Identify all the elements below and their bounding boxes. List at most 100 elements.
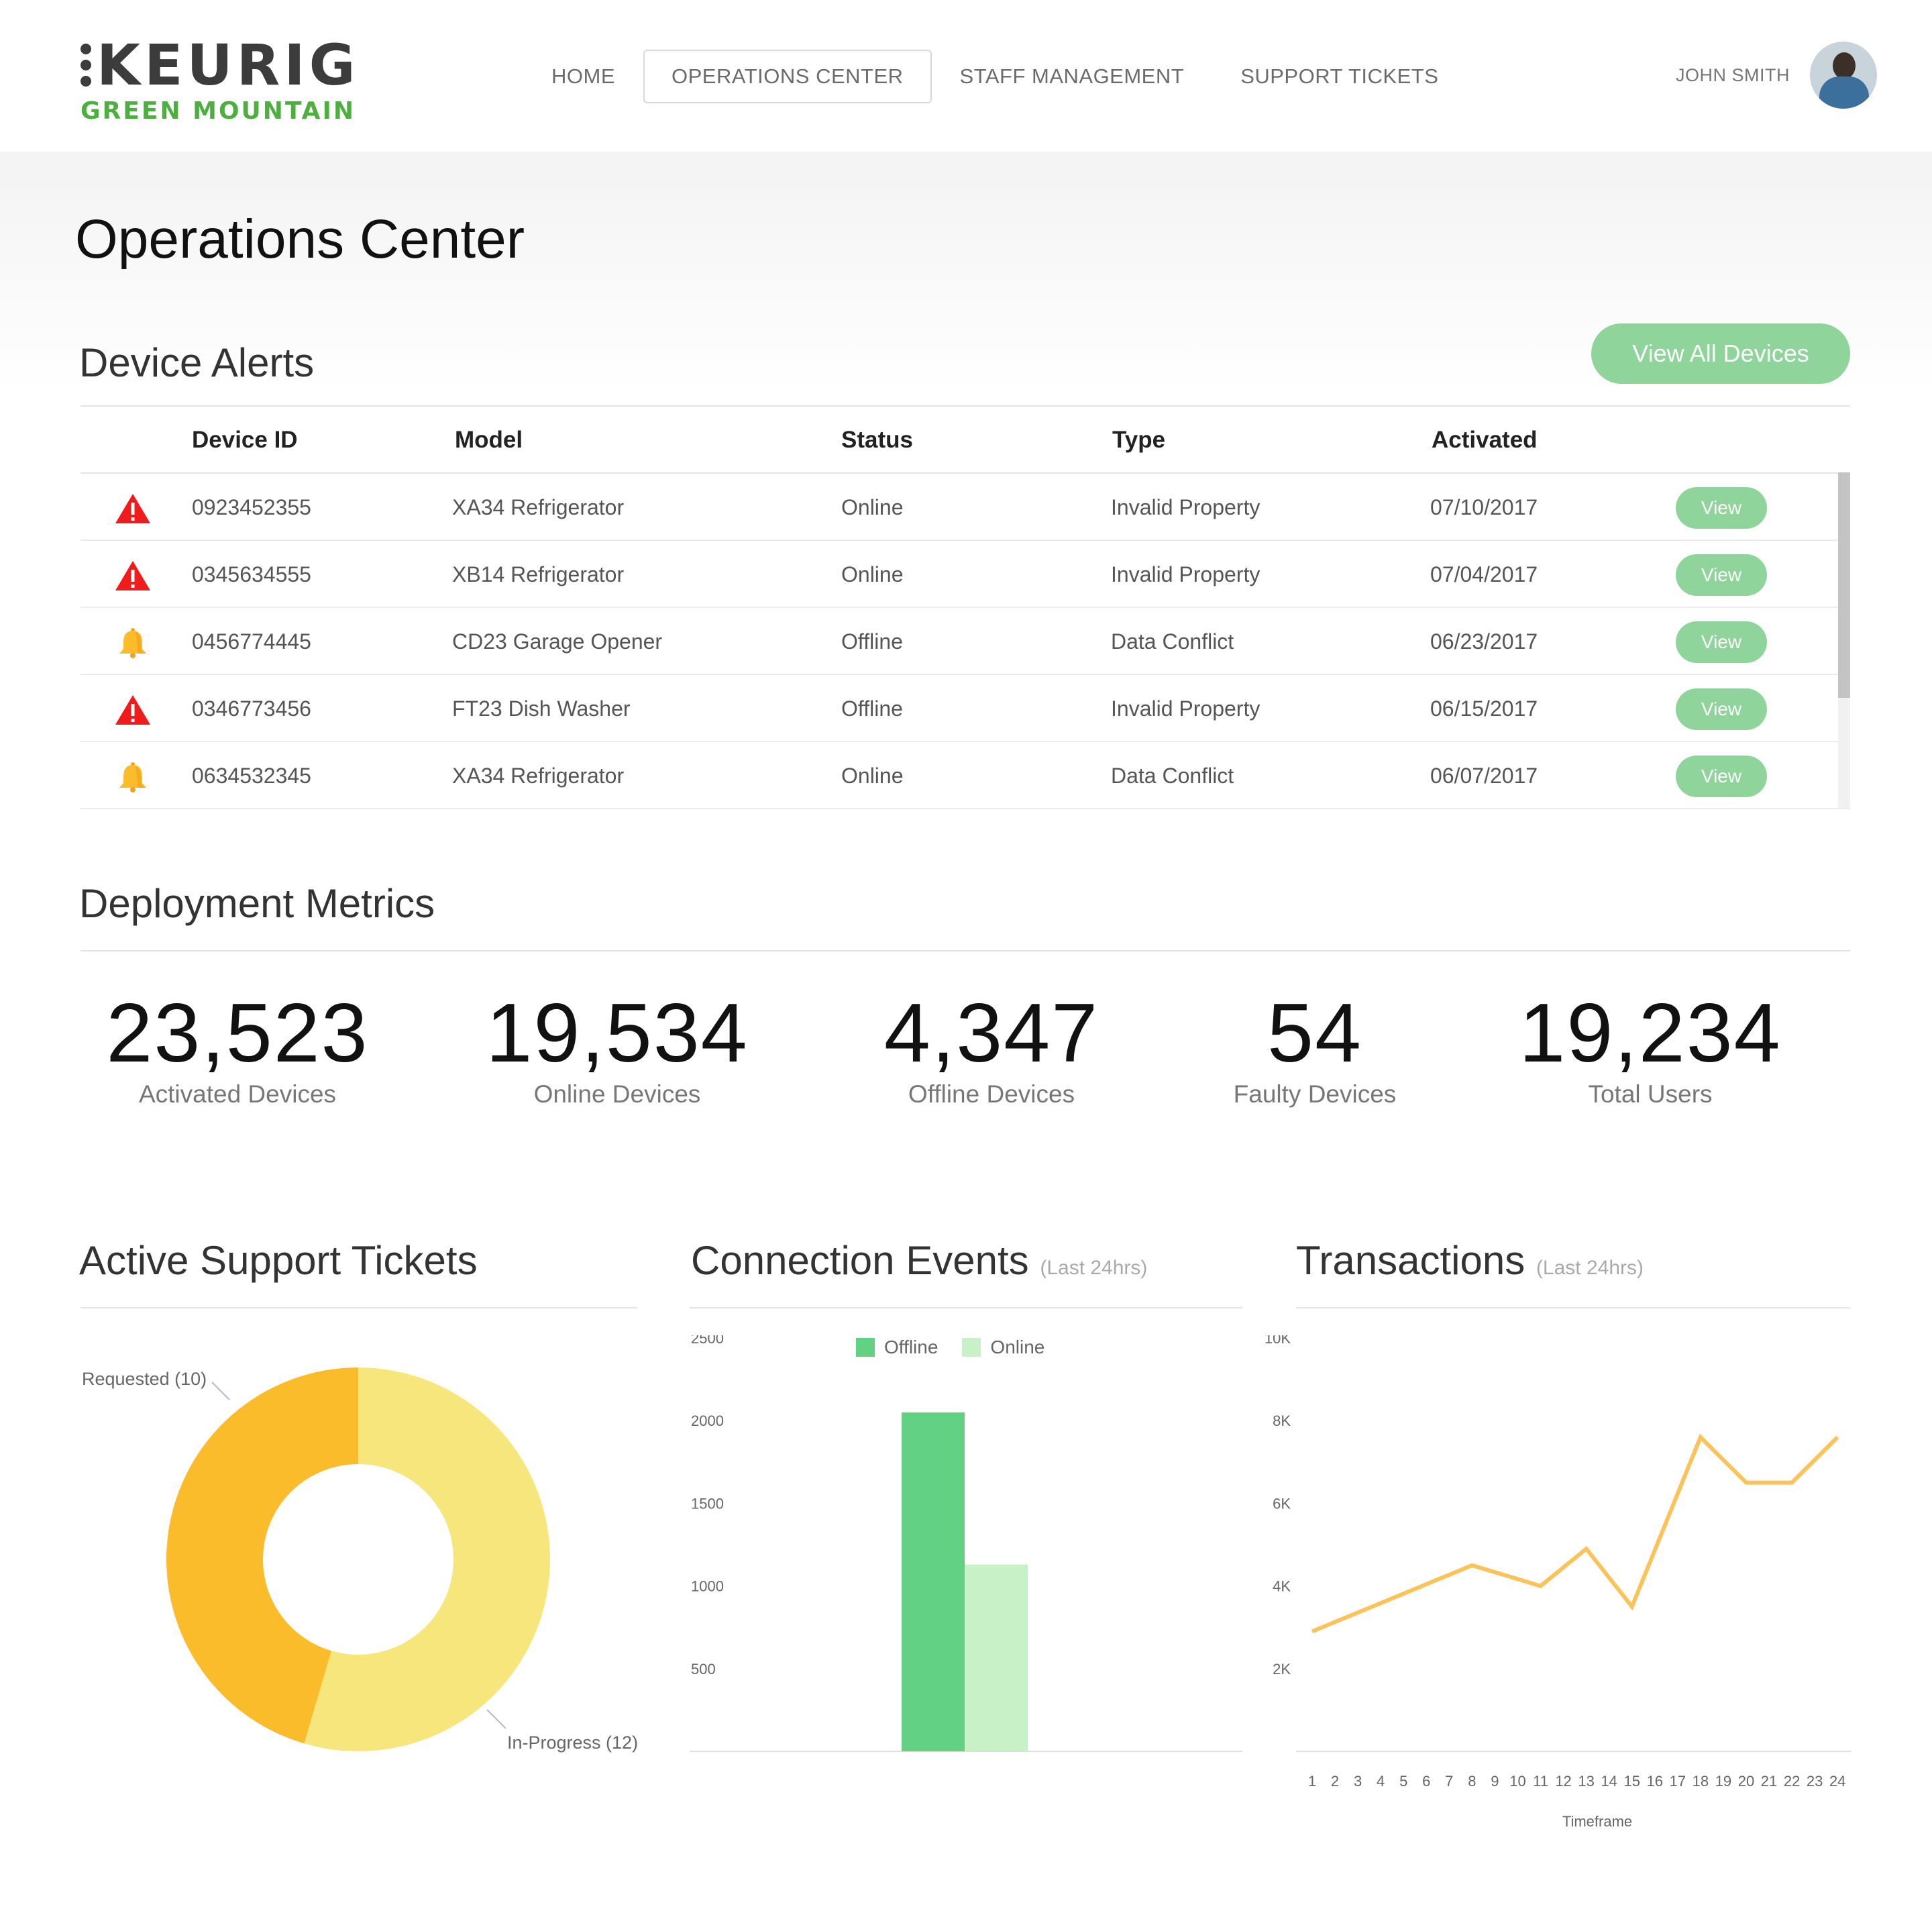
cell-device-id: 0456774445 [192,629,311,654]
cell-status: Offline [841,629,903,654]
cell-type: Invalid Property [1111,696,1260,721]
divider [80,950,1850,951]
avatar[interactable] [1810,42,1877,109]
x-tick-label: 18 [1693,1773,1709,1790]
cell-device-id: 0923452355 [192,495,311,519]
keurig-logo[interactable]: KEURIG GREEN MOUNTAIN [80,35,360,125]
x-tick-label: 5 [1399,1773,1407,1790]
x-tick-label: 24 [1829,1773,1845,1790]
table-row[interactable]: 0456774445 CD23 Garage Opener Offline Data … [80,608,1850,675]
donut-label-in-progress: In-Progress (12) [507,1733,638,1753]
column-header-device-id[interactable]: Device ID [192,427,298,454]
metric-faulty-devices: 54 Faulty Devices [1174,986,1456,1108]
table-row[interactable]: 0923452355 XA34 Refrigerator Online Invalid… [80,474,1850,541]
connection-events-title-text: Connection Events [691,1238,1029,1283]
x-tick-label: 9 [1491,1773,1499,1790]
cell-device-id: 0345634555 [192,562,311,586]
transactions-subtitle: (Last 24hrs) [1536,1257,1644,1279]
transactions-title-text: Transactions [1296,1238,1525,1283]
metric-offline-devices: 4,347 Offline Devices [851,986,1132,1108]
warning-icon [114,560,152,592]
cell-activated: 07/04/2017 [1430,562,1538,586]
column-header-status[interactable]: Status [841,427,913,454]
nav-support-tickets[interactable]: SUPPORT TICKETS [1212,50,1466,103]
page-title: Operations Center [75,209,525,270]
bell-icon [114,627,152,659]
user-menu[interactable]: JOHN SMITH [1676,42,1877,109]
x-tick-label: 1 [1308,1773,1316,1790]
transactions-title: Transactions (Last 24hrs) [1296,1237,1644,1284]
table-header: Device ID Model Status Type Activated [80,407,1850,474]
transactions-line-chart: 2K4K6K8K10K1 2 3 4 5 6 7 8 9 10 11 12 13 14 15 16 17 18 19… [1265,1335,1851,1830]
column-header-model[interactable]: Model [455,427,523,454]
top-header: KEURIG GREEN MOUNTAIN HOME OPERATIONS CE… [0,0,1932,152]
view-all-devices-button[interactable]: View All Devices [1591,323,1850,384]
divider [80,1307,637,1308]
logo-wordmark: KEURIG [97,32,360,98]
metric-value: 19,234 [1519,987,1782,1080]
metric-label: Total Users [1588,1080,1713,1108]
x-tick-label: 10 [1509,1773,1525,1790]
cell-activated: 06/15/2017 [1430,696,1538,721]
table-row[interactable]: 0634532345 XA34 Refrigerator Online Data Co… [80,742,1850,809]
metric-label: Offline Devices [908,1080,1075,1108]
deployment-metrics-title: Deployment Metrics [79,881,435,926]
cell-type: Data Conflict [1111,629,1234,654]
logo-dots-icon [80,44,91,87]
cell-model: XB14 Refrigerator [452,562,625,586]
view-button[interactable]: View [1676,756,1767,797]
cell-model: XA34 Refrigerator [452,764,625,788]
x-tick-label: 14 [1601,1773,1617,1790]
cell-model: FT23 Dish Washer [452,696,631,721]
y-tick-label: 8K [1273,1412,1291,1429]
column-header-type[interactable]: Type [1112,427,1165,454]
cell-status: Online [841,764,904,788]
cell-activated: 07/10/2017 [1430,495,1538,519]
cell-device-id: 0346773456 [192,696,311,721]
x-tick-label: 8 [1468,1773,1476,1790]
x-tick-label: 15 [1623,1773,1640,1790]
x-tick-label: 22 [1784,1773,1800,1790]
metric-label: Activated Devices [138,1080,337,1108]
x-tick-label: 7 [1445,1773,1453,1790]
bar-online[interactable] [965,1564,1028,1751]
table-row[interactable]: 0345634555 XB14 Refrigerator Online Invalid… [80,541,1850,608]
cell-model: XA34 Refrigerator [452,495,625,519]
logo-subtitle: GREEN MOUNTAIN [80,97,356,125]
device-alerts-title: Device Alerts [79,340,315,385]
nav-home[interactable]: HOME [523,50,643,103]
cell-type: Invalid Property [1111,495,1260,519]
column-header-activated[interactable]: Activated [1432,427,1538,454]
metric-value: 23,523 [106,987,369,1080]
metric-total-users: 19,234 Total Users [1509,986,1791,1108]
donut-label-requested: Requested (10) [82,1369,207,1389]
connection-events-title: Connection Events (Last 24hrs) [691,1237,1147,1284]
view-button[interactable]: View [1676,487,1767,529]
metric-online-devices: 19,534 Online Devices [476,986,758,1108]
x-tick-label: 11 [1533,1773,1548,1790]
view-button[interactable]: View [1676,688,1767,730]
nav-operations-center[interactable]: OPERATIONS CENTER [643,50,932,103]
y-tick-label: 2K [1273,1661,1291,1677]
metric-activated-devices: 23,523 Activated Devices [97,986,378,1108]
warning-icon [114,493,152,525]
user-name[interactable]: JOHN SMITH [1676,65,1790,86]
donut-leader-line [486,1709,506,1729]
nav-staff-management[interactable]: STAFF MANAGEMENT [932,50,1213,103]
table-scrollbar-thumb[interactable] [1838,472,1850,698]
support-tickets-donut-chart: Requested (10) In-Progress (12) [82,1367,638,1753]
transactions-line[interactable] [1311,1433,1839,1634]
active-support-tickets-title: Active Support Tickets [79,1238,478,1283]
y-tick-label: 6K [1273,1495,1291,1512]
bar-offline[interactable] [902,1412,965,1751]
cell-device-id: 0634532345 [192,764,311,788]
divider [690,1307,1242,1308]
x-tick-label: 16 [1647,1773,1663,1790]
table-row[interactable]: 0346773456 FT23 Dish Washer Offline Invalid… [80,675,1850,742]
donut-leader-line [211,1382,230,1400]
x-tick-label: 3 [1354,1773,1362,1790]
x-tick-label: 20 [1738,1773,1754,1790]
warning-icon [114,694,152,726]
view-button[interactable]: View [1676,621,1767,663]
view-button[interactable]: View [1676,554,1767,596]
